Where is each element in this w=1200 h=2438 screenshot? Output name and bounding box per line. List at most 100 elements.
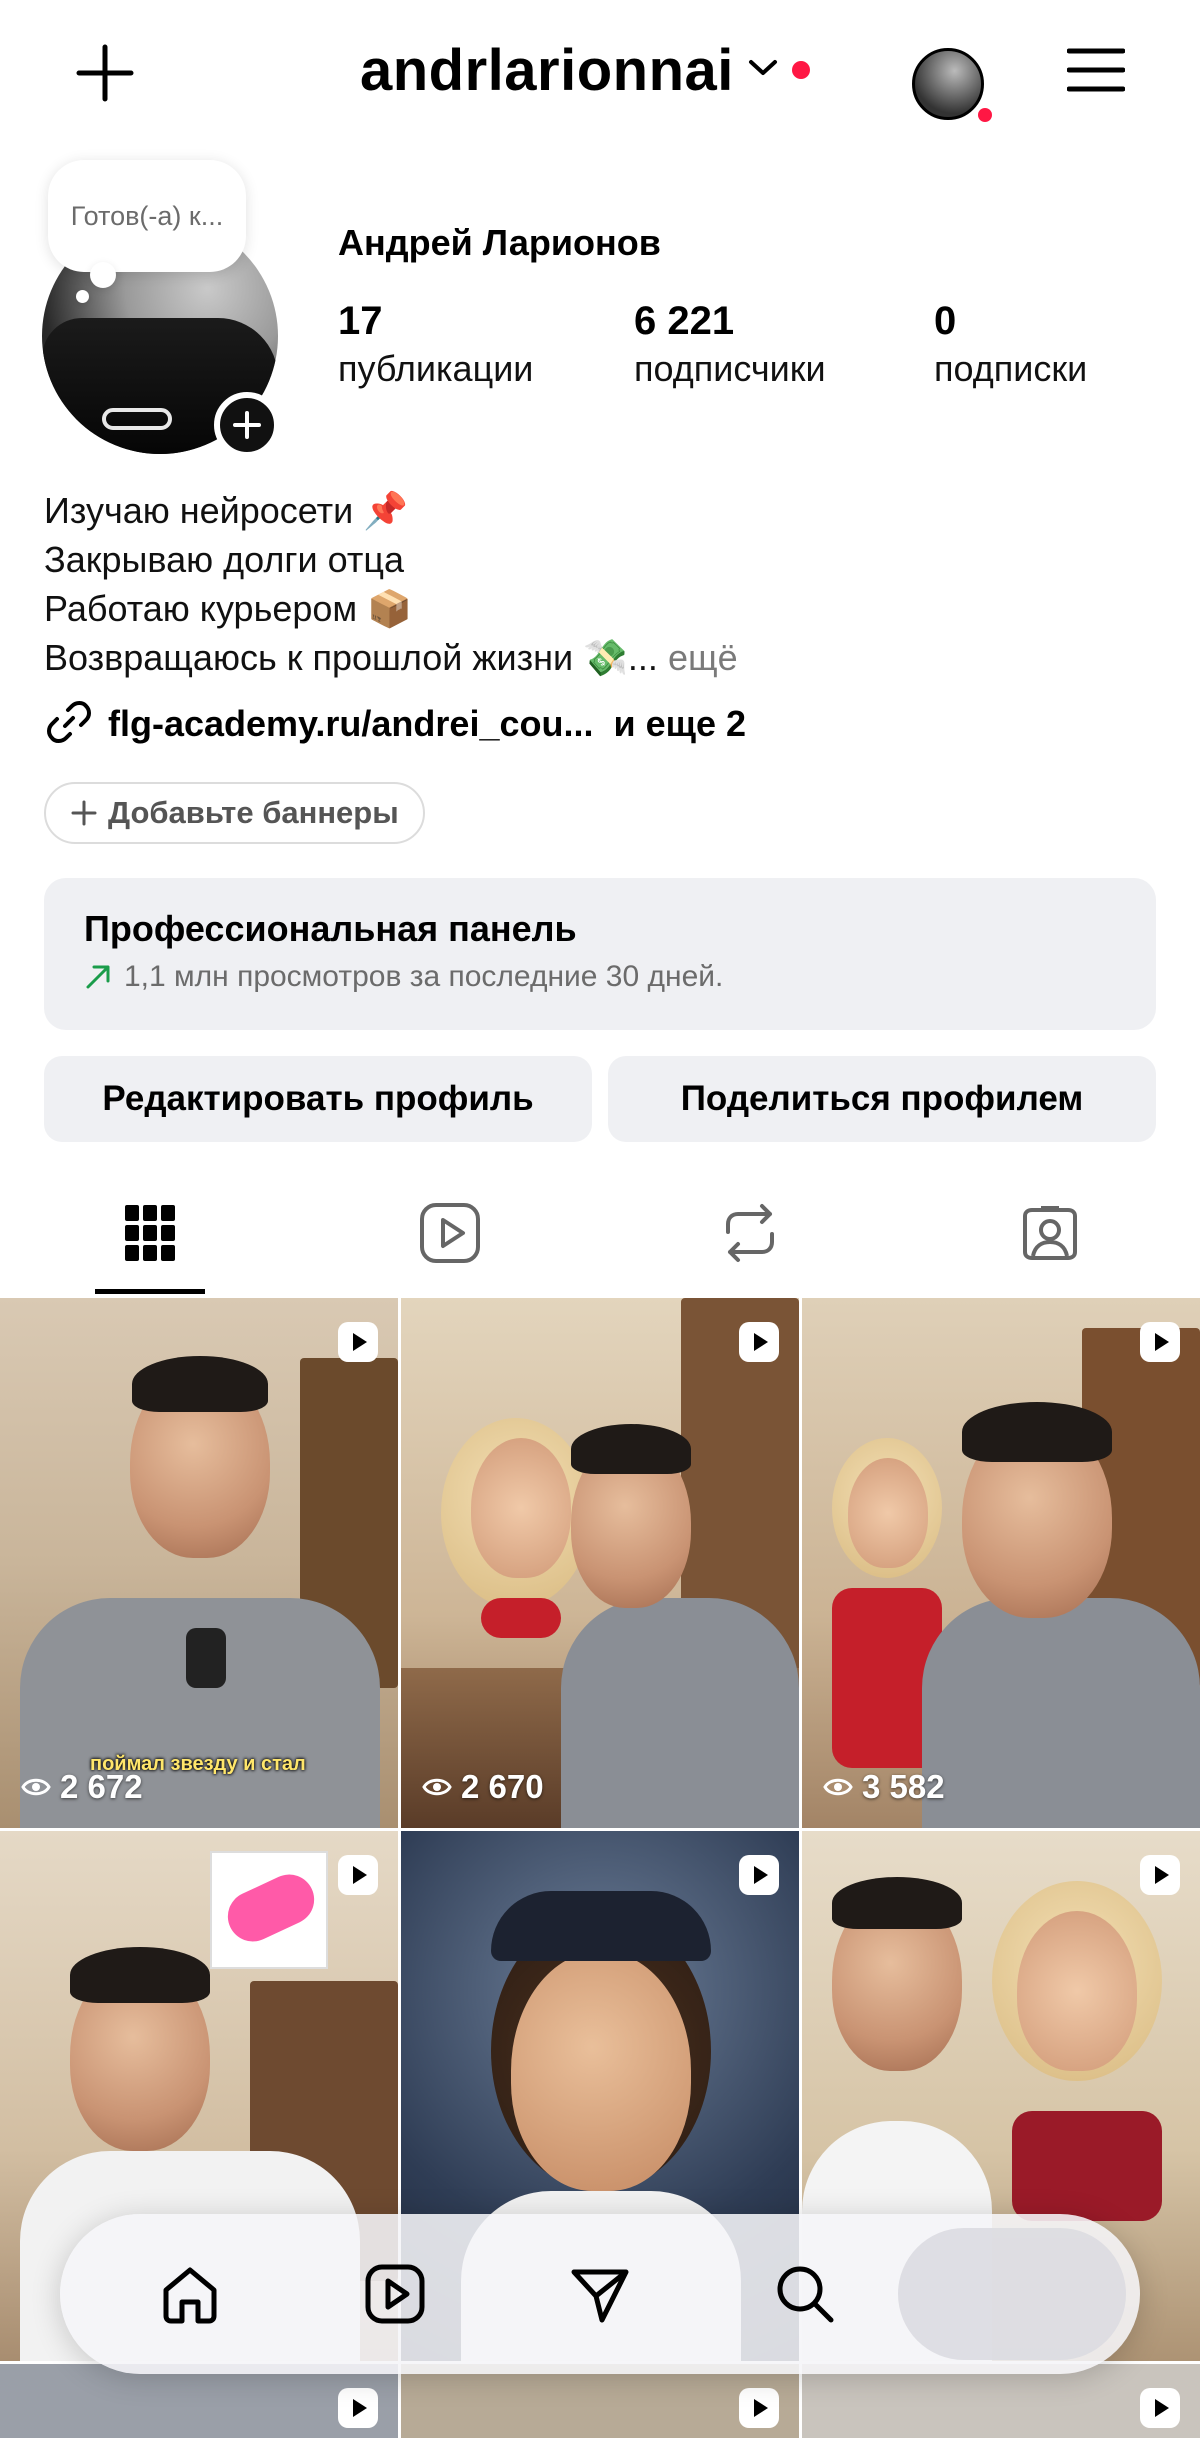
add-banners-button[interactable]: Добавьте баннеры	[44, 782, 425, 844]
share-profile-label: Поделиться профилем	[680, 1079, 1084, 1118]
direct-icon	[571, 2269, 629, 2323]
reels-icon	[1140, 1322, 1180, 1362]
bio-line: Изучаю нейросети 📌	[44, 490, 409, 531]
edit-profile-label: Редактировать профиль	[102, 1079, 534, 1118]
bio-line-last: Возвращаюсь к прошлой жизни 💸... ещё	[44, 633, 738, 682]
edit-profile-button[interactable]: Редактировать профиль	[44, 1056, 592, 1142]
view-count: 2 672	[20, 1768, 143, 1806]
tab-grid[interactable]	[0, 1170, 300, 1296]
person-shirt	[561, 1598, 799, 1828]
car-headlight	[102, 408, 172, 430]
stat-label: подписчики	[634, 348, 826, 389]
person-head	[471, 1438, 571, 1578]
hamburger-menu-icon[interactable]	[1062, 38, 1130, 102]
link-text[interactable]: flg-academy.ru/andrei_cou...	[108, 703, 593, 745]
post-tile[interactable]: поймал звезду и стал 2 672	[0, 1298, 398, 1828]
clothing	[1012, 2111, 1162, 2221]
stat-posts[interactable]: 17 публикации	[338, 296, 533, 392]
trend-up-icon	[86, 965, 110, 989]
reels-icon	[420, 1203, 480, 1263]
view-count: 2 670	[421, 1768, 544, 1806]
nav-reels[interactable]	[315, 2214, 475, 2374]
plus-icon	[71, 800, 97, 826]
external-links[interactable]: flg-academy.ru/andrei_cou... и еще 2	[44, 694, 746, 754]
nav-search[interactable]	[725, 2214, 885, 2374]
view-count-value: 2 672	[60, 1768, 143, 1805]
reels-icon	[365, 2264, 425, 2324]
post-tile[interactable]	[401, 2364, 799, 2438]
post-tile[interactable]: 2 670	[401, 1298, 799, 1828]
grid-icon	[125, 1205, 175, 1261]
stat-following[interactable]: 0 подписки	[934, 296, 1087, 392]
profile-avatar[interactable]	[912, 48, 984, 120]
tab-reposts[interactable]	[600, 1170, 900, 1296]
search-icon	[777, 2266, 834, 2323]
reels-icon	[1140, 1855, 1180, 1895]
username: andrlarionnai	[360, 37, 734, 103]
note-tail	[90, 262, 116, 288]
product-shape	[219, 1866, 323, 1950]
person-hair	[132, 1356, 268, 1412]
bio-line: Возвращаюсь к прошлой жизни 💸...	[44, 637, 658, 678]
person-hair	[832, 1877, 962, 1929]
person-hair	[70, 1947, 210, 2003]
view-count-value: 2 670	[461, 1768, 544, 1805]
nav-direct[interactable]	[520, 2214, 680, 2374]
note-text: Готов(-а) к...	[70, 201, 224, 231]
visor	[491, 1891, 711, 1961]
pro-panel-subtitle: 1,1 млн просмотров за последние 30 дней.	[124, 960, 724, 993]
stat-value: 17	[338, 299, 383, 343]
chevron-down-icon	[748, 58, 778, 83]
view-count: 3 582	[822, 1768, 945, 1806]
tagged-icon	[1023, 1206, 1077, 1260]
link-more[interactable]: и еще 2	[613, 703, 746, 745]
account-switcher[interactable]: andrlarionnai	[360, 30, 810, 110]
reels-icon	[338, 1322, 378, 1362]
notification-dot	[791, 61, 810, 79]
professional-dashboard[interactable]: Профессиональная панель 1,1 млн просмотр…	[44, 878, 1156, 1030]
stat-value: 0	[934, 299, 957, 343]
post-tile[interactable]	[0, 2364, 398, 2438]
active-tab-indicator	[95, 1289, 205, 1294]
bio-more-link[interactable]: ещё	[668, 637, 738, 678]
person-shirt	[922, 1598, 1200, 1828]
person-hair	[571, 1424, 691, 1474]
person-head	[1017, 1911, 1137, 2071]
share-profile-button[interactable]: Поделиться профилем	[608, 1056, 1156, 1142]
profile-tabs	[0, 1170, 1200, 1296]
stat-label: подписки	[934, 348, 1088, 389]
nav-home[interactable]	[110, 2214, 270, 2374]
bio: Изучаю нейросети 📌 Закрываю долги отца Р…	[44, 486, 738, 682]
stat-value: 6 221	[634, 299, 735, 343]
bottom-nav	[60, 2214, 1140, 2374]
reels-icon	[739, 1855, 779, 1895]
reels-icon	[1140, 2388, 1180, 2428]
pro-panel-title: Профессиональная панель	[84, 908, 577, 949]
add-story-button[interactable]	[214, 392, 280, 458]
add-banners-label: Добавьте баннеры	[108, 795, 399, 830]
tab-tagged[interactable]	[900, 1170, 1200, 1296]
eye-icon	[823, 1778, 853, 1796]
display-name: Андрей Ларионов	[338, 222, 661, 263]
eye-icon	[422, 1778, 452, 1796]
link-icon	[44, 697, 94, 752]
person-head	[511, 1951, 691, 2191]
home-icon	[163, 2267, 217, 2324]
post-tile[interactable]: 3 582	[802, 1298, 1200, 1828]
reposts-icon	[726, 1204, 774, 1262]
person-hair	[962, 1402, 1112, 1462]
plus-icon[interactable]	[70, 38, 140, 108]
reels-icon	[338, 2388, 378, 2428]
nav-profile[interactable]	[898, 2228, 1126, 2360]
reels-icon	[338, 1855, 378, 1895]
stat-followers[interactable]: 6 221 подписчики	[634, 296, 826, 392]
car-key	[186, 1628, 226, 1688]
stat-label: публикации	[338, 348, 534, 389]
view-count-value: 3 582	[862, 1768, 945, 1805]
top-bar: andrlarionnai	[0, 0, 1200, 140]
tab-reels[interactable]	[300, 1170, 600, 1296]
note-bubble[interactable]: Готов(-а) к...	[48, 160, 246, 272]
pro-panel-subtitle-row: 1,1 млн просмотров за последние 30 дней.	[84, 960, 1116, 994]
bio-line: Работаю курьером 📦	[44, 588, 412, 629]
post-tile[interactable]	[802, 2364, 1200, 2438]
